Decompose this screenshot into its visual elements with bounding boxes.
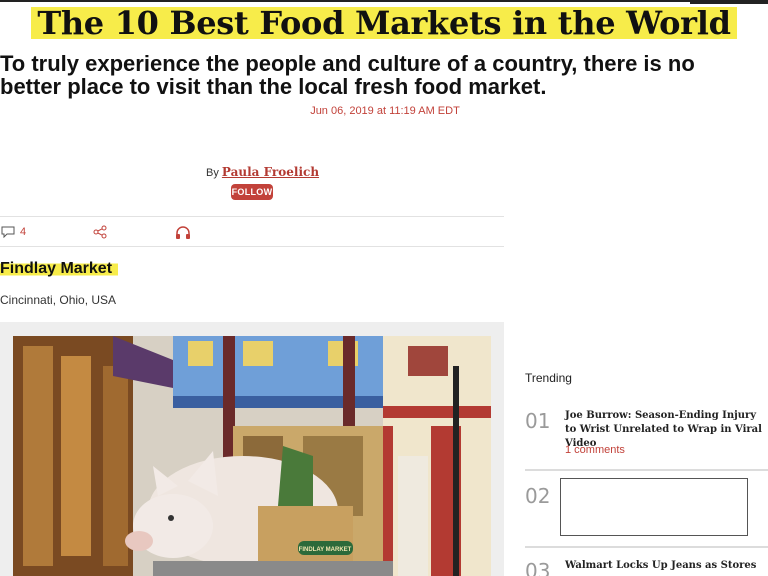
trending-item-1[interactable]: 01 Joe Burrow: Season-Ending Injury to W… (525, 409, 768, 459)
market-photo-illustration: FINDLAY MARKET (13, 336, 491, 576)
follow-button[interactable]: FOLLOW (231, 184, 273, 200)
trending-comments[interactable]: 1 comments (565, 444, 625, 456)
trending-title[interactable]: Walmart Locks Up Jeans as Stores (565, 559, 765, 573)
headline-container: The 10 Best Food Markets in the World (0, 0, 768, 46)
author-link[interactable]: Paula Froelich (222, 165, 319, 179)
photo-sign-text: FINDLAY MARKET (299, 547, 352, 553)
ad-placeholder[interactable] (560, 478, 748, 536)
trending-number: 02 (525, 484, 551, 508)
share-bar: 4 (0, 216, 504, 247)
trending-item-3[interactable]: 03 Walmart Locks Up Jeans as Stores (525, 559, 768, 576)
comment-icon[interactable] (1, 226, 15, 238)
article-dek: To truly experience the people and cultu… (0, 51, 695, 99)
article-timestamp: Jun 06, 2019 at 11:19 AM EDT (310, 105, 460, 117)
trending-number: 03 (525, 559, 551, 576)
section-location: Cincinnati, Ohio, USA (0, 293, 117, 307)
trending-divider (525, 546, 768, 548)
article-headline: The 10 Best Food Markets in the World (31, 4, 737, 42)
section-title: Findlay Market (0, 258, 119, 280)
trending-number: 01 (525, 409, 551, 433)
trending-divider (525, 469, 768, 471)
byline: By Paula Froelich (206, 165, 319, 179)
market-photo: FINDLAY MARKET (13, 336, 491, 576)
trending-heading: Trending (525, 371, 572, 385)
share-icon[interactable] (93, 225, 107, 239)
byline-prefix: By (206, 167, 219, 179)
headphones-icon[interactable] (175, 225, 191, 240)
comment-count[interactable]: 4 (20, 226, 26, 238)
